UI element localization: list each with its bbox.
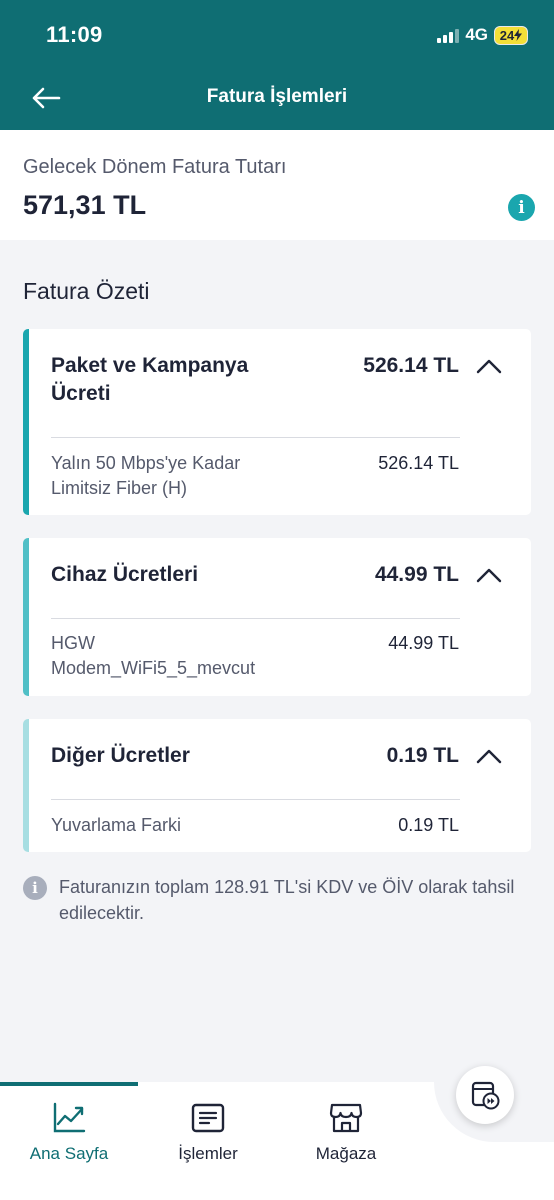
page-title: Fatura İşlemleri bbox=[206, 86, 348, 107]
card-title: Cihaz Ücretleri bbox=[51, 563, 199, 586]
line-item-label: Yalın 50 Mbps'ye Kadar Limitsiz Fiber (H… bbox=[51, 451, 311, 501]
nav-label: İşlemler bbox=[178, 1144, 238, 1163]
divider bbox=[51, 799, 460, 800]
chevron-up-icon[interactable] bbox=[475, 352, 503, 380]
card-accent bbox=[23, 538, 29, 696]
summary-title: Fatura Özeti bbox=[23, 278, 150, 304]
line-item-amount: 526.14 TL bbox=[378, 453, 459, 473]
line-item-text: Modem_WiFi5_5_mevcut bbox=[51, 658, 256, 678]
status-time: 11:09 bbox=[46, 22, 103, 47]
status-indicators: 4G 24 bbox=[437, 24, 528, 46]
active-tab-indicator bbox=[0, 1082, 138, 1086]
other-fee-card: Diğer Ücretler 0.19 TL Yuvarlama Farki 0… bbox=[23, 719, 531, 852]
store-icon bbox=[328, 1100, 364, 1136]
card-title: Paket ve Kampanya Ücreti bbox=[51, 352, 248, 408]
info-circle-icon: i bbox=[23, 876, 47, 900]
next-bill-panel: Gelecek Dönem Fatura Tutarı 571,31 TL i bbox=[0, 130, 554, 240]
card-amount: 44.99 TL bbox=[374, 563, 459, 586]
battery-level: 24 bbox=[499, 27, 515, 43]
nav-store[interactable]: Mağaza bbox=[286, 1100, 406, 1164]
card-title-line: Ücreti bbox=[51, 382, 111, 405]
chevron-up-icon[interactable] bbox=[475, 742, 503, 770]
line-item-amount: 44.99 TL bbox=[388, 633, 459, 653]
card-amount: 526.14 TL bbox=[363, 354, 459, 377]
signal-icon bbox=[437, 27, 460, 43]
app-header: 11:09 4G 24 Fatura İşlemleri bbox=[0, 0, 554, 130]
divider bbox=[51, 437, 460, 438]
card-accent bbox=[23, 329, 29, 515]
media-forward-icon bbox=[471, 1081, 500, 1110]
divider bbox=[51, 618, 460, 619]
nav-label: Ana Sayfa bbox=[29, 1144, 109, 1163]
line-item-text: Yalın 50 Mbps'ye Kadar bbox=[51, 453, 241, 473]
device-fee-card: Cihaz Ücretleri 44.99 TL HGW Modem_WiFi5… bbox=[23, 538, 531, 696]
chevron-up-icon[interactable] bbox=[475, 561, 503, 589]
next-bill-label: Gelecek Dönem Fatura Tutarı bbox=[23, 156, 287, 178]
card-accent bbox=[23, 719, 29, 852]
nav-transactions[interactable]: İşlemler bbox=[148, 1100, 268, 1164]
nav-label: Mağaza bbox=[315, 1144, 377, 1163]
line-item-label: Yuvarlama Farki bbox=[51, 815, 182, 835]
tax-note-text: Faturanızın toplam 128.91 TL'si KDV ve Ö… bbox=[59, 877, 515, 923]
list-icon bbox=[190, 1100, 226, 1136]
nav-home[interactable]: Ana Sayfa bbox=[9, 1100, 129, 1164]
next-bill-amount: 571,31 TL bbox=[23, 190, 147, 220]
line-item-label: HGW Modem_WiFi5_5_mevcut bbox=[51, 631, 311, 681]
network-label: 4G bbox=[465, 25, 488, 44]
card-title: Diğer Ücretler bbox=[51, 744, 190, 767]
package-fee-card: Paket ve Kampanya Ücreti 526.14 TL Yalın… bbox=[23, 329, 531, 515]
tax-note: i Faturanızın toplam 128.91 TL'si KDV ve… bbox=[23, 874, 531, 926]
line-item-text: HGW bbox=[51, 633, 95, 653]
info-icon[interactable]: i bbox=[508, 194, 535, 221]
battery-icon: 24 bbox=[494, 25, 528, 45]
chart-icon bbox=[51, 1100, 87, 1136]
card-title-line: Paket ve Kampanya bbox=[51, 354, 249, 377]
card-amount: 0.19 TL bbox=[386, 744, 459, 767]
line-item-text: Limitsiz Fiber (H) bbox=[51, 478, 188, 498]
line-item-amount: 0.19 TL bbox=[398, 815, 459, 835]
charging-icon bbox=[514, 29, 523, 41]
media-forward-button[interactable] bbox=[456, 1066, 514, 1124]
